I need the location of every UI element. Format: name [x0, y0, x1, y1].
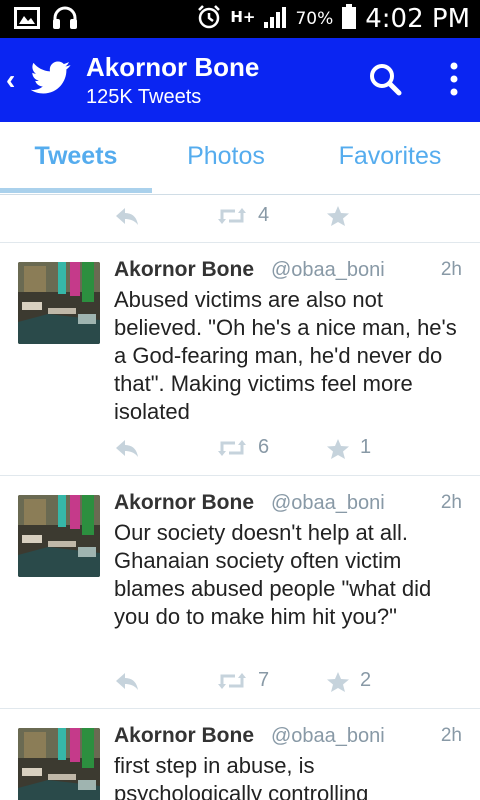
- tab-favorites[interactable]: Favorites: [300, 122, 480, 194]
- clock: 4:02 PM: [365, 4, 470, 34]
- overflow-menu-icon[interactable]: [440, 60, 468, 100]
- tweet-author-handle[interactable]: @obaa_boni: [271, 725, 385, 748]
- back-chevron-icon[interactable]: ‹: [6, 64, 15, 96]
- tweet-author-handle[interactable]: @obaa_boni: [271, 259, 385, 282]
- favorite-count: 1: [360, 436, 372, 458]
- reply-icon[interactable]: [114, 438, 140, 463]
- favorite-count: 2: [360, 669, 372, 691]
- tab-photos[interactable]: Photos: [152, 122, 300, 194]
- tweet-timestamp: 2h: [440, 259, 462, 280]
- tweet-timestamp: 2h: [440, 492, 462, 513]
- retweet-icon[interactable]: [218, 438, 246, 463]
- battery-percent: 70%: [295, 9, 334, 29]
- headphones-icon: [52, 6, 78, 35]
- app-header: ‹ Akornor Bone 125K Tweets: [0, 38, 480, 122]
- tweet-timestamp: 2h: [440, 725, 462, 746]
- twitter-bird-icon[interactable]: [30, 61, 71, 100]
- tweet-author-name[interactable]: Akornor Bone: [114, 258, 254, 282]
- tweet-item[interactable]: Akornor Bone @obaa_boni 2h first step in…: [0, 708, 480, 800]
- profile-tabs: Tweets Photos Favorites: [0, 122, 480, 195]
- tweet-author-name[interactable]: Akornor Bone: [114, 724, 254, 748]
- network-icon: H+: [230, 8, 256, 26]
- tweet-actions: 6 1: [0, 434, 480, 464]
- tweet-text: Abused victims are also not believed. "O…: [114, 287, 457, 424]
- avatar[interactable]: [18, 262, 100, 344]
- status-bar: H+ 70% 4:02 PM: [0, 0, 480, 38]
- avatar[interactable]: [18, 495, 100, 577]
- tweet-actions: 7 2: [0, 667, 480, 697]
- tweet-text: Our society doesn't help at all. Ghanaia…: [114, 520, 432, 629]
- avatar[interactable]: [18, 728, 100, 800]
- battery-icon: [341, 3, 357, 35]
- reply-icon[interactable]: [114, 671, 140, 696]
- retweet-icon[interactable]: [218, 206, 246, 231]
- retweet-count: 4: [258, 204, 270, 226]
- tab-tweets[interactable]: Tweets: [0, 122, 152, 194]
- alarm-icon: [196, 4, 222, 35]
- tweet-item[interactable]: Akornor Bone @obaa_boni 2h Our society d…: [0, 475, 480, 708]
- retweet-icon[interactable]: [218, 671, 246, 696]
- tweet-author-name[interactable]: Akornor Bone: [114, 491, 254, 515]
- retweet-count: 7: [258, 669, 270, 691]
- tweet-text: first step in abuse, is psychologically …: [114, 753, 369, 800]
- signal-icon: [263, 6, 287, 33]
- profile-name: Akornor Bone: [86, 52, 260, 82]
- retweet-count: 6: [258, 436, 270, 458]
- reply-icon[interactable]: [114, 206, 140, 231]
- favorite-star-icon[interactable]: [326, 671, 350, 698]
- favorite-star-icon[interactable]: [326, 205, 350, 232]
- image-icon: [14, 7, 40, 34]
- tweet-count: 125K Tweets: [86, 86, 202, 108]
- favorite-star-icon[interactable]: [326, 438, 350, 465]
- previous-tweet-actions: 4: [0, 196, 480, 242]
- selected-tab-indicator: [0, 188, 152, 193]
- search-icon[interactable]: [366, 60, 406, 100]
- tweet-item[interactable]: Akornor Bone @obaa_boni 2h Abused victim…: [0, 242, 480, 475]
- tweet-author-handle[interactable]: @obaa_boni: [271, 492, 385, 515]
